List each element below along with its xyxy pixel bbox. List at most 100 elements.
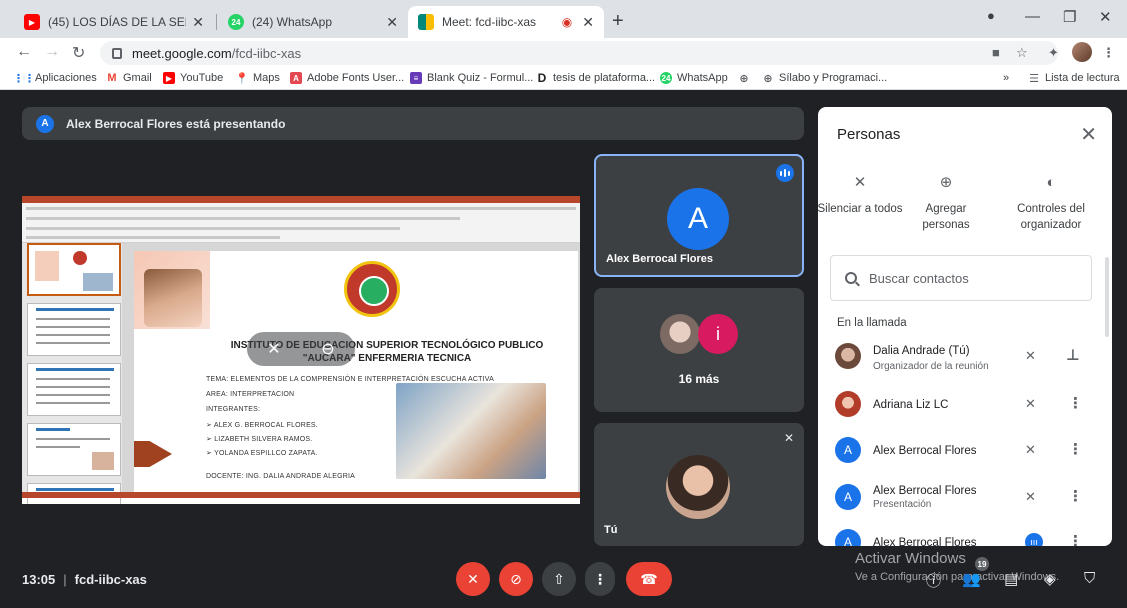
profile-dot-icon[interactable]: ●: [987, 8, 995, 23]
ppt-workspace: INSTITUTO DE EDUCACION SUPERIOR TECNOLÓG…: [22, 243, 580, 504]
meeting-details-icon[interactable]: ⓘ: [926, 570, 941, 591]
presentation-overlay-controls: ✕ ⊖: [247, 332, 355, 366]
search-contacts-field[interactable]: [830, 255, 1092, 301]
new-tab-button[interactable]: +: [612, 10, 624, 33]
star-icon[interactable]: ☆: [1016, 45, 1028, 61]
close-icon[interactable]: ✕: [582, 14, 594, 31]
globe-icon: ⊕: [763, 72, 773, 85]
participant-avatar: A: [835, 437, 861, 463]
more-options-icon[interactable]: ⋮: [1068, 487, 1083, 505]
mic-off-icon[interactable]: ✕: [1025, 348, 1036, 364]
more-options-icon[interactable]: ⋮: [1068, 532, 1083, 546]
tab-whatsapp[interactable]: 24 (24) WhatsApp ✕: [218, 6, 408, 38]
volume-off-icon[interactable]: ✕: [1025, 489, 1036, 505]
tab-title: Meet: fcd-iibc-xas: [442, 15, 537, 29]
chat-icon[interactable]: ▤: [1004, 570, 1018, 588]
mic-off-icon[interactable]: ✕: [267, 339, 280, 359]
search-icon: [845, 272, 857, 284]
more-bookmarks-label: »: [1003, 72, 1010, 84]
tile-name: Alex Berrocal Flores: [606, 253, 713, 265]
bookmark-apps[interactable]: ⋮⋮ Aplicaciones: [13, 72, 97, 85]
bookmark-silabo[interactable]: ⊕ Sílabo y Programaci...: [762, 72, 887, 85]
microphone-toggle-button[interactable]: ✕: [456, 562, 490, 596]
people-icon[interactable]: 👥: [962, 570, 981, 588]
speaking-indicator-icon: [776, 164, 794, 182]
more-options-icon[interactable]: ⋮: [1068, 394, 1083, 412]
bookmark-globe[interactable]: ⊕: [738, 72, 755, 85]
tab-youtube[interactable]: ▶ (45) LOS DÍAS DE LA SEMANA en ✕: [14, 6, 214, 38]
meeting-info: 13:05 | fcd-iibc-xas: [22, 572, 147, 587]
close-window-button[interactable]: ✕: [1099, 8, 1112, 26]
bookmark-blank-quiz[interactable]: ≡ Blank Quiz - Formul...: [410, 72, 533, 84]
bookmark-gmail[interactable]: M Gmail: [106, 72, 151, 84]
add-person-icon: ⊕: [939, 174, 953, 191]
panel-scrollbar[interactable]: [1105, 257, 1109, 337]
present-now-button[interactable]: ⇧: [542, 562, 576, 596]
close-icon[interactable]: ✕: [192, 14, 204, 31]
participant-row[interactable]: A Alex Berrocal Flores Presentación ✕ ⋮: [818, 476, 1098, 522]
participant-name: Adriana Liz LC: [873, 399, 949, 411]
current-slide: INSTITUTO DE EDUCACION SUPERIOR TECNOLÓG…: [134, 251, 578, 501]
mute-all-icon: ✕: [853, 174, 867, 191]
slide-text-line: DOCENTE: ING. DALIA ANDRADE ALEGRIA: [206, 473, 355, 480]
add-people-button[interactable]: ⊕ Agregar personas: [901, 175, 991, 233]
presenter-tile[interactable]: A Alex Berrocal Flores: [594, 154, 804, 277]
self-avatar: [666, 455, 730, 519]
host-controls-button[interactable]: ◐ Controles del organizador: [1006, 175, 1096, 233]
mute-all-button[interactable]: ✕ Silenciar a todos: [818, 175, 905, 217]
close-icon[interactable]: ✕: [386, 14, 398, 31]
participant-role: Organizador de la reunión: [873, 361, 989, 372]
windows-activation-subtitle: Ve a Configuración para activar Windows.: [855, 571, 1060, 583]
participant-row[interactable]: A Alex Berrocal Flores ✕ ⋮: [818, 429, 1098, 475]
more-bookmarks-button[interactable]: »: [1003, 72, 1009, 84]
reload-icon[interactable]: ↻: [72, 43, 85, 63]
participant-row[interactable]: Dalia Andrade (Tú) Organizador de la reu…: [818, 335, 1098, 381]
expand-icon[interactable]: ⊖: [321, 339, 334, 359]
tile-name: Tú: [604, 524, 618, 536]
activities-icon[interactable]: ◈: [1044, 570, 1056, 588]
institution-crest: [344, 261, 400, 317]
tab-meet[interactable]: Meet: fcd-iibc-xas ◉ ✕: [408, 6, 604, 38]
meet-icon: [418, 14, 434, 30]
participant-avatar: i: [698, 314, 738, 354]
more-options-icon[interactable]: ⋮: [1068, 440, 1083, 458]
url-bar[interactable]: meet.google.com/fcd-iibc-xas: [100, 41, 1058, 65]
restore-button[interactable]: ❐: [1063, 8, 1076, 26]
participant-count-badge: 19: [975, 557, 989, 571]
self-tile[interactable]: ✕ Tú: [594, 423, 804, 546]
others-tile[interactable]: i 16 más: [594, 288, 804, 412]
leave-call-button[interactable]: ☎: [626, 562, 672, 596]
reading-list-button[interactable]: ☰ Lista de lectura: [1028, 72, 1120, 85]
slide-thumbnail: [27, 243, 121, 296]
bookmark-adobe-fonts[interactable]: A Adobe Fonts User...: [290, 72, 404, 84]
search-input[interactable]: [869, 270, 1069, 286]
address-toolbar: ← → ↻ meet.google.com/fcd-iibc-xas ■ ☆ ✦…: [0, 38, 1127, 68]
mic-off-icon[interactable]: ✕: [1025, 396, 1036, 412]
reading-list-icon: ☰: [1029, 72, 1039, 85]
forward-icon[interactable]: →: [44, 43, 60, 61]
participant-row[interactable]: Adriana Liz LC ✕ ⋮: [818, 383, 1098, 429]
bookmark-youtube[interactable]: ▶ YouTube: [163, 72, 223, 84]
back-icon[interactable]: ←: [16, 43, 32, 61]
url-host: meet.google.com: [132, 45, 232, 61]
profile-avatar[interactable]: [1072, 42, 1092, 62]
lock-icon: [112, 47, 122, 59]
bookmark-maps[interactable]: 📍 Maps: [235, 72, 280, 85]
bookmark-tesis[interactable]: D tesis de plataforma...: [536, 71, 655, 85]
close-icon[interactable]: ✕: [1080, 122, 1097, 147]
globe-icon: ⊕: [739, 72, 749, 85]
camera-toggle-button[interactable]: ⊘: [499, 562, 533, 596]
extensions-icon[interactable]: ✦: [1048, 45, 1059, 61]
host-controls-icon[interactable]: ⛉: [1084, 570, 1095, 587]
more-options-button[interactable]: ⋮: [585, 562, 615, 596]
menu-icon[interactable]: ⋮: [1102, 45, 1115, 61]
slide-thumbnail: [27, 423, 121, 476]
participant-row[interactable]: A Alex Berrocal Flores ııı ⋮: [818, 521, 1098, 546]
pin-icon[interactable]: ⊥: [1066, 346, 1080, 364]
minimize-button[interactable]: —: [1025, 8, 1040, 25]
mic-off-icon[interactable]: ✕: [1025, 442, 1036, 458]
slide-thumbnails: [22, 243, 122, 504]
tab-title: (24) WhatsApp: [252, 15, 333, 29]
camera-indicator-icon[interactable]: ■: [992, 45, 1000, 60]
bookmark-whatsapp[interactable]: 24 WhatsApp: [660, 72, 728, 84]
